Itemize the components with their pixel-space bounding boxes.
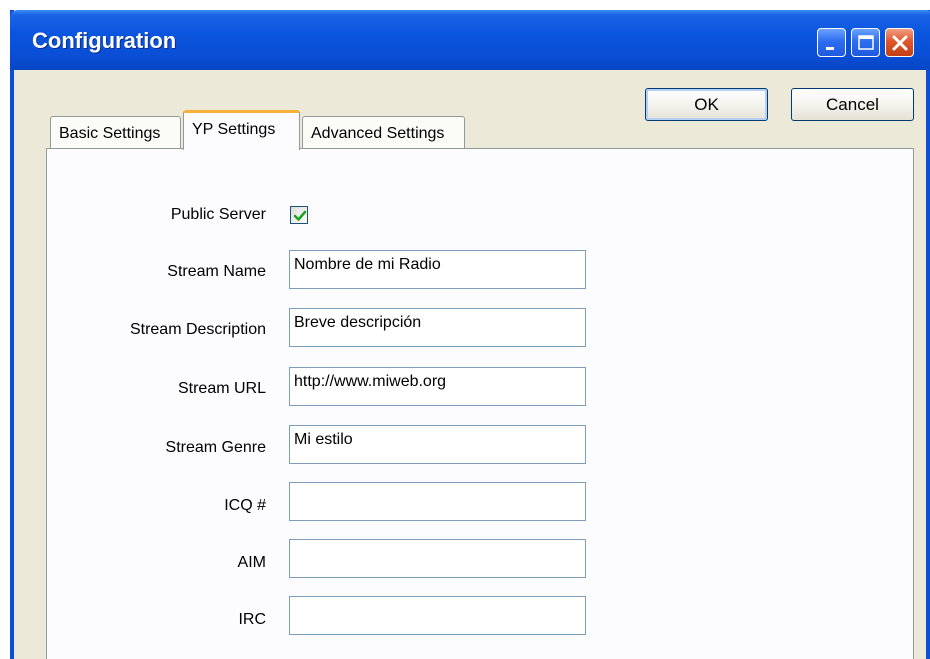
checkmark-icon [293, 210, 307, 221]
icq-field[interactable] [289, 482, 586, 521]
title-bar[interactable]: Configuration [10, 10, 930, 70]
maximize-button[interactable] [851, 28, 880, 57]
ok-button[interactable]: OK [645, 88, 768, 121]
minimize-button[interactable] [817, 28, 846, 57]
irc-field[interactable] [289, 596, 586, 635]
stream-genre-field[interactable]: Mi estilo [289, 425, 586, 464]
irc-label: IRC [238, 611, 266, 628]
public-server-checkbox[interactable] [290, 206, 308, 224]
close-button[interactable] [885, 28, 914, 57]
cancel-button[interactable]: Cancel [791, 88, 914, 121]
tab-advanced-settings[interactable]: Advanced Settings [302, 116, 465, 150]
stream-name-label: Stream Name [167, 263, 266, 280]
tab-basic-settings[interactable]: Basic Settings [50, 116, 181, 150]
window-title: Configuration [32, 28, 177, 53]
tab-yp-settings[interactable]: YP Settings [183, 110, 300, 150]
stream-description-field[interactable]: Breve descripción [289, 308, 586, 347]
minimize-icon [826, 47, 834, 50]
aim-label: AIM [237, 554, 266, 571]
public-server-label: Public Server [170, 206, 266, 223]
close-icon [892, 35, 908, 51]
stream-url-label: Stream URL [177, 380, 266, 397]
icq-label: ICQ # [224, 497, 266, 514]
aim-field[interactable] [289, 539, 586, 578]
maximize-icon [858, 35, 874, 50]
stream-genre-label: Stream Genre [165, 439, 266, 456]
stream-name-field[interactable]: Nombre de mi Radio [289, 250, 586, 289]
stream-url-field[interactable]: http://www.miweb.org [289, 367, 586, 406]
stream-description-label: Stream Description [129, 321, 266, 338]
configuration-window: Configuration OK Cancel Basic Settings Y… [10, 10, 930, 659]
